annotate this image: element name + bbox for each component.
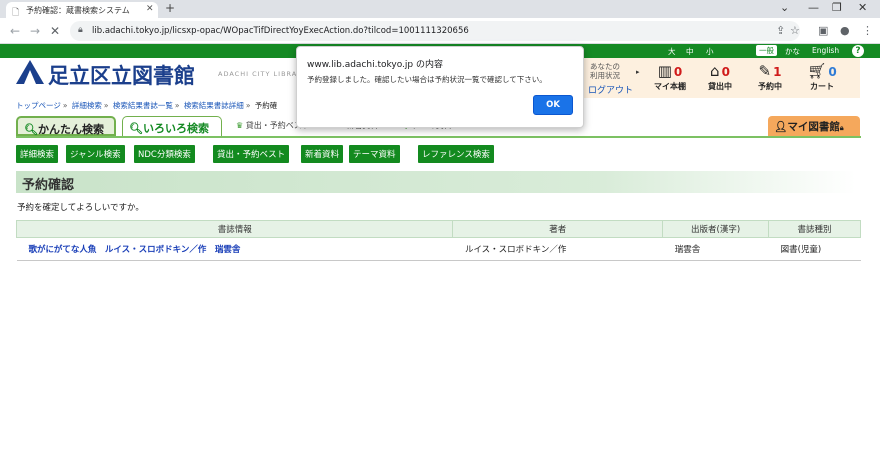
status-lending[interactable]: ⌂ 0 貸出中 [696, 62, 744, 92]
cart-icon: 🛒︎ [807, 62, 827, 80]
help-icon[interactable]: ? [852, 45, 864, 57]
browser-tab-strip: 🗋 予約確認：蔵書検索システム ✕ + ⌄ — ❐ ✕ [0, 0, 880, 18]
tab-easy-search[interactable]: 🔍︎かんたん検索 [16, 116, 116, 136]
minimize-icon[interactable]: — [808, 1, 819, 14]
award-icon: ♛ [236, 121, 244, 130]
book-title-link[interactable]: 歌がにがてな人魚 ルイス・スロボドキン／作 瑞雲舎 [16, 237, 453, 261]
search-icon: 🔍︎ [24, 123, 38, 136]
site-title-en: ADACHI CITY LIBRA [218, 70, 298, 78]
my-library-button[interactable]: 👤︎マイ図書館🔒︎ [768, 116, 860, 136]
stop-icon[interactable]: ✕ [50, 24, 60, 38]
col-bibliographic: 書誌情報 [15, 220, 454, 238]
site-title[interactable]: 足立区立図書館 [48, 60, 195, 90]
breadcrumb-result-list[interactable]: 検索結果書誌一覧 [113, 101, 173, 110]
font-small-link[interactable]: 小 [706, 46, 714, 57]
ok-button[interactable]: OK [533, 95, 573, 115]
reservation-table: 書誌情報 著者 出版者(漢字) 書誌種別 歌がにがてな人魚 ルイス・スロボドキン… [15, 220, 861, 261]
breadcrumb-result-detail[interactable]: 検索結果書誌詳細 [184, 101, 244, 110]
new-materials-button[interactable]: 新着資料 [301, 145, 344, 163]
font-medium-link[interactable]: 中 [686, 46, 694, 57]
tab-underline [16, 136, 861, 138]
house-icon: ⌂ [710, 62, 720, 80]
bookmark-star-icon[interactable]: ☆ [790, 24, 800, 37]
col-type: 書誌種別 [768, 220, 861, 238]
detail-search-button[interactable]: 詳細検索 [16, 145, 59, 163]
breadcrumb-detail-search[interactable]: 詳細検索 [72, 101, 102, 110]
table-header-row: 書誌情報 著者 出版者(漢字) 書誌種別 [15, 220, 861, 238]
window-close-icon[interactable]: ✕ [858, 1, 867, 14]
dialog-origin: www.lib.adachi.tokyo.jp の内容 [307, 60, 443, 70]
ndc-search-button[interactable]: NDC分類検索 [134, 145, 195, 163]
menu-icon[interactable]: ⋮ [862, 24, 873, 37]
status-mybookshelf[interactable]: ▥ 0 マイ本棚 [646, 62, 694, 92]
book-type: 図書(児童) [768, 237, 861, 261]
restore-icon[interactable]: ❐ [832, 1, 842, 14]
breadcrumb: トップページ» 詳細検索» 検索結果書誌一覧» 検索結果書誌詳細» 予約確 [16, 101, 278, 110]
status-reserved[interactable]: ✎ 1 予約中 [746, 62, 794, 92]
triangle-right-icon: ▸ [636, 68, 640, 76]
tab-close-icon[interactable]: ✕ [146, 4, 154, 14]
sidepanel-icon[interactable]: ▣ [818, 24, 828, 37]
new-tab-button[interactable]: + [165, 1, 175, 15]
share-icon[interactable]: ⇪ [776, 24, 785, 37]
lang-general-link[interactable]: 一般 [756, 45, 777, 56]
font-large-link[interactable]: 大 [668, 46, 676, 57]
logout-link[interactable]: ログアウト [588, 83, 633, 96]
breadcrumb-current: 予約確 [254, 101, 278, 110]
genre-search-button[interactable]: ジャンル検索 [66, 145, 125, 163]
usage-label: あなたの 利用状況 [590, 62, 620, 80]
alert-dialog: www.lib.adachi.tokyo.jp の内容 予約登録しました。確認し… [296, 46, 584, 128]
book-publisher: 瑞雲舎 [662, 237, 769, 261]
status-cart[interactable]: 🛒︎ 0 カート [798, 62, 846, 92]
confirm-message: 予約を確定してよろしいですか。 [17, 203, 144, 213]
section-header: 予約確認 [16, 171, 856, 193]
lang-english-link[interactable]: English [812, 46, 839, 55]
forward-icon[interactable]: → [30, 24, 40, 38]
profile-icon[interactable]: ● [840, 24, 850, 37]
breadcrumb-top[interactable]: トップページ [16, 101, 61, 110]
tab-various-search[interactable]: 🔍︎いろいろ検索 [122, 116, 222, 136]
dialog-message: 予約登録しました。確認したい場合は予約状況一覧で確認して下さい。 [307, 75, 547, 84]
table-row: 歌がにがてな人魚 ルイス・スロボドキン／作 瑞雲舎 ルイス・スロボドキン／作 瑞… [16, 237, 861, 261]
tab-title: 予約確認：蔵書検索システム [26, 6, 130, 15]
book-author: ルイス・スロボドキン／作 [452, 237, 663, 261]
chevron-down-icon[interactable]: ⌄ [780, 1, 789, 14]
search-icon: 🔍︎ [129, 122, 143, 135]
browser-tab[interactable]: 🗋 予約確認：蔵書検索システム ✕ [6, 2, 158, 18]
lock-icon[interactable]: 🔒︎ [78, 25, 83, 35]
back-icon[interactable]: ← [10, 24, 20, 38]
page-title: 予約確認 [22, 178, 75, 193]
lang-kana-link[interactable]: かな [785, 46, 800, 57]
person-icon: 👤︎ [774, 121, 788, 133]
col-publisher: 出版者(漢字) [662, 220, 770, 238]
library-logo-icon-inner [24, 70, 36, 84]
reference-search-button[interactable]: レファレンス検索 [418, 145, 494, 163]
url-field[interactable]: 🔒︎ lib.adachi.tokyo.jp/licsxp-opac/WOpac… [70, 21, 800, 41]
bookshelf-icon: ▥ [657, 62, 672, 80]
address-bar-row: ← → ✕ 🔒︎ lib.adachi.tokyo.jp/licsxp-opac… [0, 18, 880, 44]
col-author: 著者 [452, 220, 664, 238]
theme-materials-button[interactable]: テーマ資料 [349, 145, 400, 163]
url-text: lib.adachi.tokyo.jp/licsxp-opac/WOpacTif… [92, 26, 469, 36]
best-button[interactable]: 貸出・予約ベスト [213, 145, 290, 163]
reserve-icon: ✎ [758, 62, 772, 80]
lock-icon: 🔒︎ [839, 124, 844, 132]
usage-status-panel: あなたの 利用状況 ▸ ログアウト ▥ 0 マイ本棚 ⌂ 0 貸出中 ✎ 1 予約中 … [584, 58, 860, 98]
